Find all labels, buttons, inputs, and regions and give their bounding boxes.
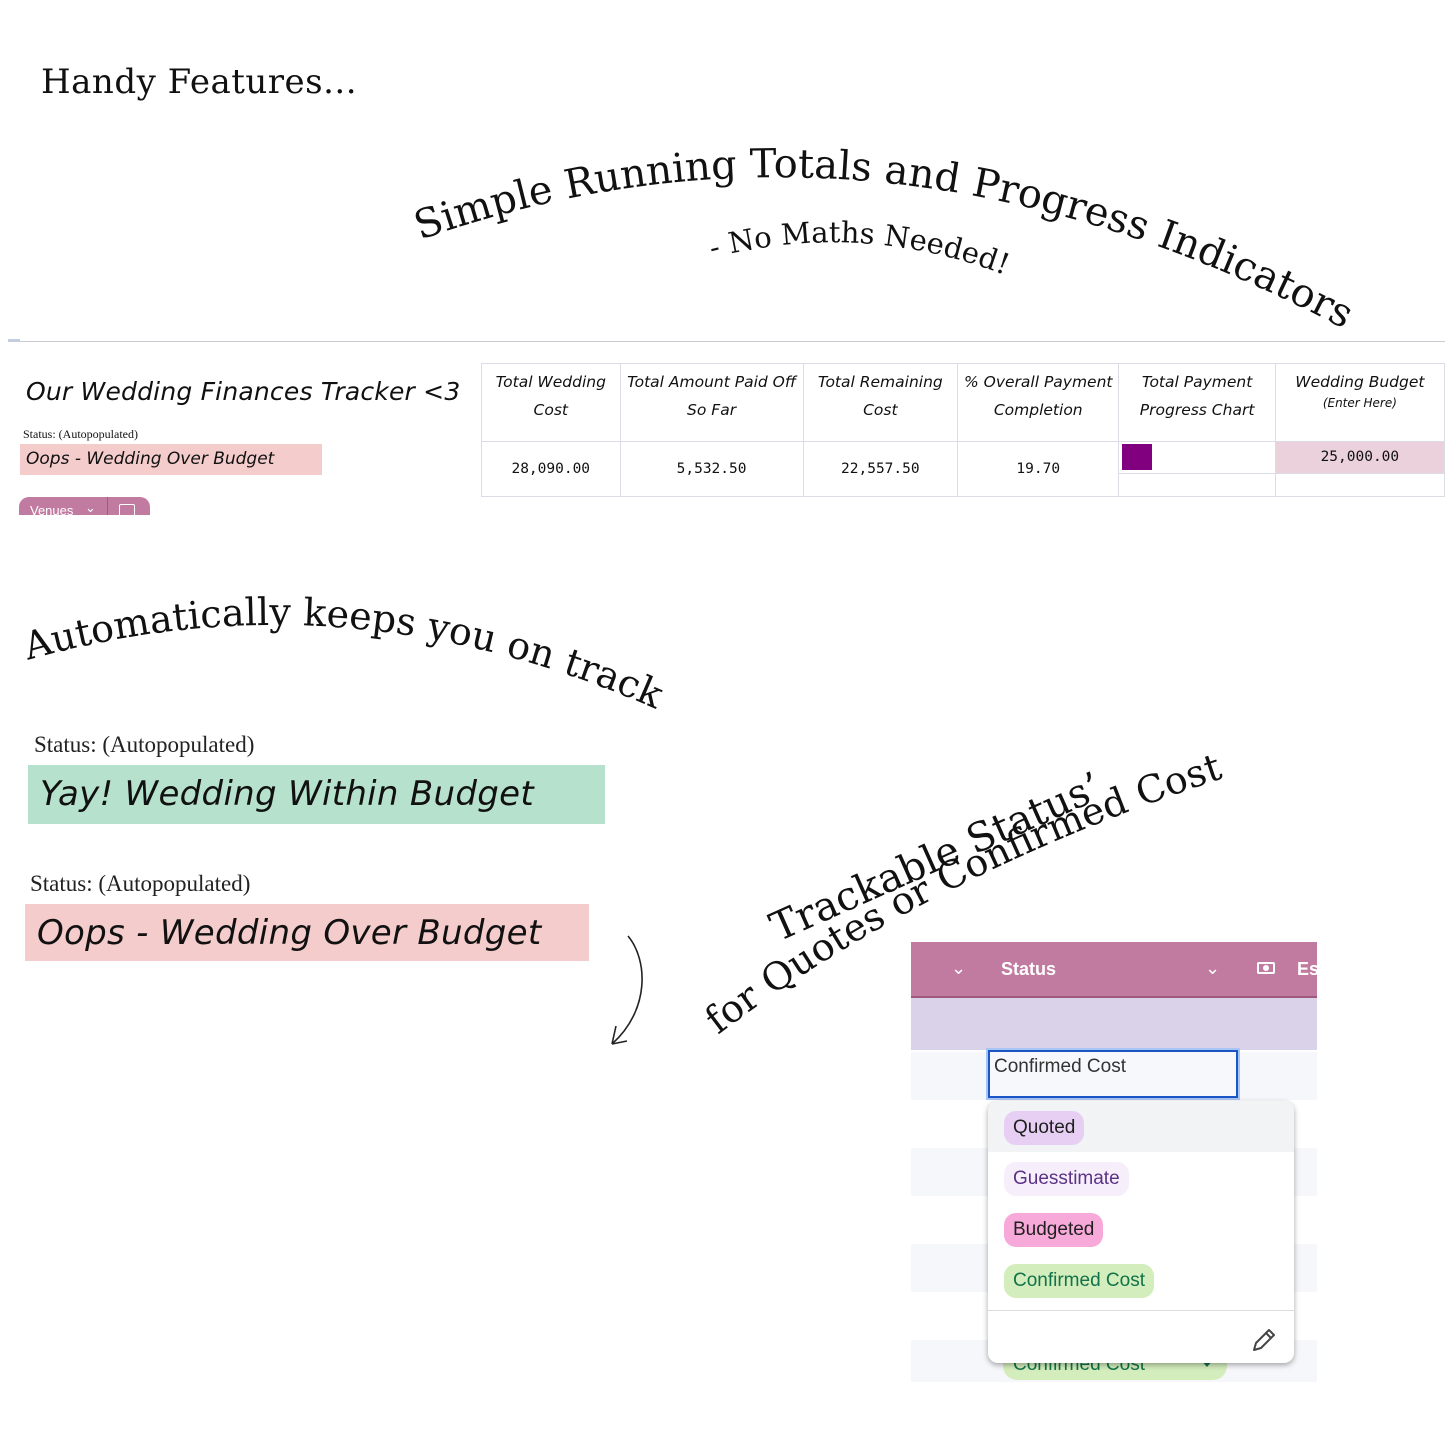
money-icon [1257, 962, 1275, 974]
trackable-status-heading: Trackable Status’ for Quotes or Confirme… [679, 735, 1243, 1048]
status-option-chip: Confirmed Cost [1004, 1264, 1154, 1298]
sheet-column-header: ⌄ Status ⌄ Es [911, 942, 1317, 998]
dropdown-option[interactable]: Budgeted [988, 1203, 1294, 1254]
dropdown-option[interactable]: Quoted [988, 1101, 1294, 1152]
edit-pencil-icon[interactable] [1250, 1328, 1276, 1354]
status-dropdown-menu: Quoted Guesstimate Budgeted Confirmed Cost [988, 1101, 1294, 1363]
status-cell-value: Confirmed Cost [994, 1056, 1126, 1077]
status-cell-editor[interactable]: Confirmed Cost [988, 1050, 1238, 1098]
trackable-line1: Trackable Status’ [763, 764, 1108, 951]
dropdown-option[interactable]: Guesstimate [988, 1152, 1294, 1203]
dropdown-option[interactable]: Confirmed Cost [988, 1254, 1294, 1305]
dropdown-divider [988, 1310, 1294, 1311]
status-option-chip: Budgeted [1004, 1213, 1104, 1247]
status-option-chip: Quoted [1004, 1111, 1085, 1145]
next-column-title[interactable]: Es [1297, 959, 1317, 980]
chevron-down-icon[interactable]: ⌄ [951, 958, 966, 979]
status-column-title[interactable]: Status [1001, 959, 1056, 980]
sheet-band-row [911, 998, 1317, 1050]
status-option-chip: Guesstimate [1004, 1162, 1129, 1196]
chevron-down-icon[interactable]: ⌄ [1205, 958, 1220, 979]
